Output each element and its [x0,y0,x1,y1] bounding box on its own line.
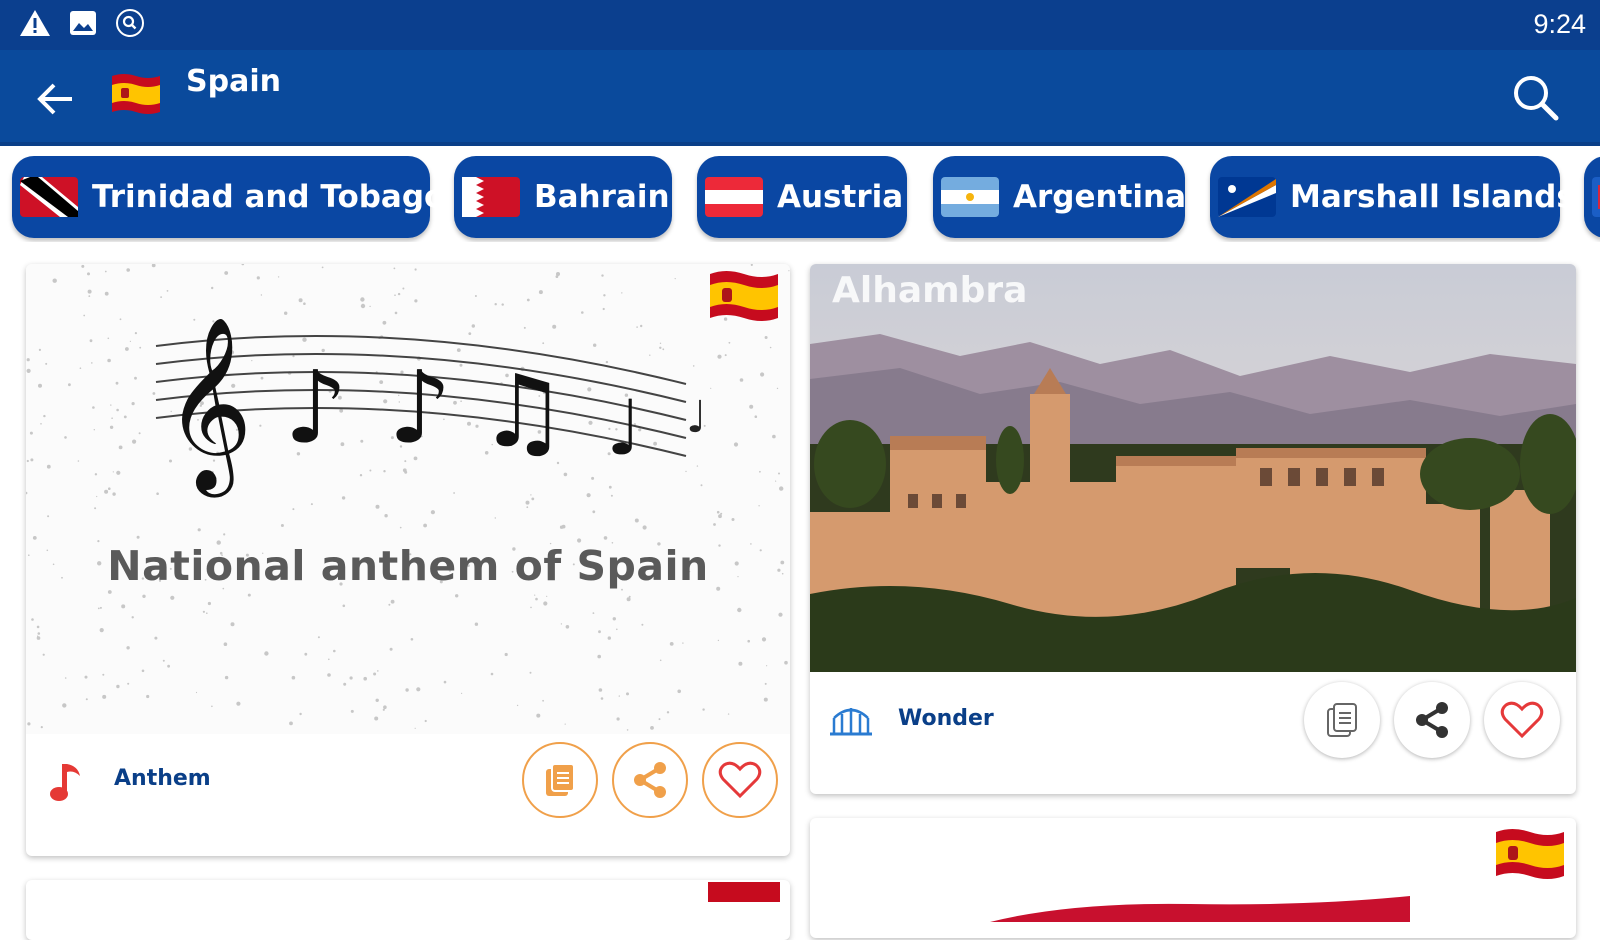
anthem-card[interactable]: 𝄞 ♪ ♪ ♫ ♩ ♩ National anthem of Spain Ant… [26,264,790,856]
card-title: Alhambra [832,270,1028,311]
chip-trinidad-and-tobago[interactable]: Trinidad and Tobago [12,156,445,238]
warning-icon [18,8,52,42]
spain-flag-icon [708,882,780,902]
flag-icon [1592,177,1600,217]
svg-text:♩: ♩ [686,392,707,443]
wonder-card[interactable]: Alhambra Wonder [810,264,1576,794]
svg-text:♫: ♫ [478,353,568,470]
favorite-button[interactable] [1484,682,1560,758]
anthem-image: 𝄞 ♪ ♪ ♫ ♩ ♩ [26,264,790,734]
music-note-icon [50,764,80,801]
category-label: Wonder [898,706,994,731]
austria-flag-icon [705,177,763,217]
copy-button[interactable] [1304,682,1380,758]
anthem-image-title: National anthem of Spain [107,542,709,590]
share-button[interactable] [1394,682,1470,758]
heart-icon [718,761,762,799]
search-icon [1514,76,1559,121]
page-title: Spain [186,64,281,99]
chip-partial-next[interactable] [1584,156,1600,238]
search-notification-icon [115,8,145,42]
back-button[interactable] [32,76,80,122]
chip-marshall-islands[interactable]: Marshall Islands [1210,156,1575,238]
chip-label: Argentina [1013,179,1186,215]
treble-clef-icon: 𝄞 [164,316,253,498]
svg-text:♩: ♩ [606,383,642,472]
share-icon [634,762,666,798]
copy-icon [546,763,575,796]
marshall-islands-flag-icon [1218,177,1276,217]
category-label: Anthem [114,766,211,791]
svg-text:♪: ♪ [284,349,348,466]
share-icon [1416,702,1448,738]
country-chip-row: Trinidad and Tobago Bahrain Austria Arge… [0,156,1600,242]
copy-button[interactable] [522,742,598,818]
bahrain-flag-icon [462,177,520,217]
spain-flag-icon [110,72,162,116]
svg-text:♪: ♪ [388,349,452,466]
trinidad-and-tobago-flag-icon [20,177,78,217]
argentina-flag-icon [941,177,999,217]
spain-flag-icon [1496,829,1564,879]
app-bar: Spain [0,50,1600,146]
chip-label: Austria [777,179,904,215]
search-button[interactable] [1510,72,1562,124]
favorite-button[interactable] [702,742,778,818]
partial-card[interactable] [810,818,1576,938]
share-button[interactable] [612,742,688,818]
chip-label: Trinidad and Tobago [92,179,446,215]
chip-label: Bahrain [534,179,670,215]
status-bar: 9:24 [0,0,1600,50]
heart-icon [1500,701,1544,739]
partial-card[interactable] [26,880,790,940]
arrow-left-icon [37,83,72,115]
chip-argentina[interactable]: Argentina [933,156,1186,238]
spain-flag-icon [710,271,778,321]
alhambra-photo [810,264,1576,672]
monument-icon [830,708,872,736]
status-time: 9:24 [1533,9,1586,39]
chip-label: Marshall Islands [1290,179,1575,215]
image-icon [68,8,98,42]
chip-austria[interactable]: Austria [697,156,907,238]
flag-image [990,896,1410,922]
chip-bahrain[interactable]: Bahrain [454,156,672,238]
copy-icon [1327,703,1357,737]
